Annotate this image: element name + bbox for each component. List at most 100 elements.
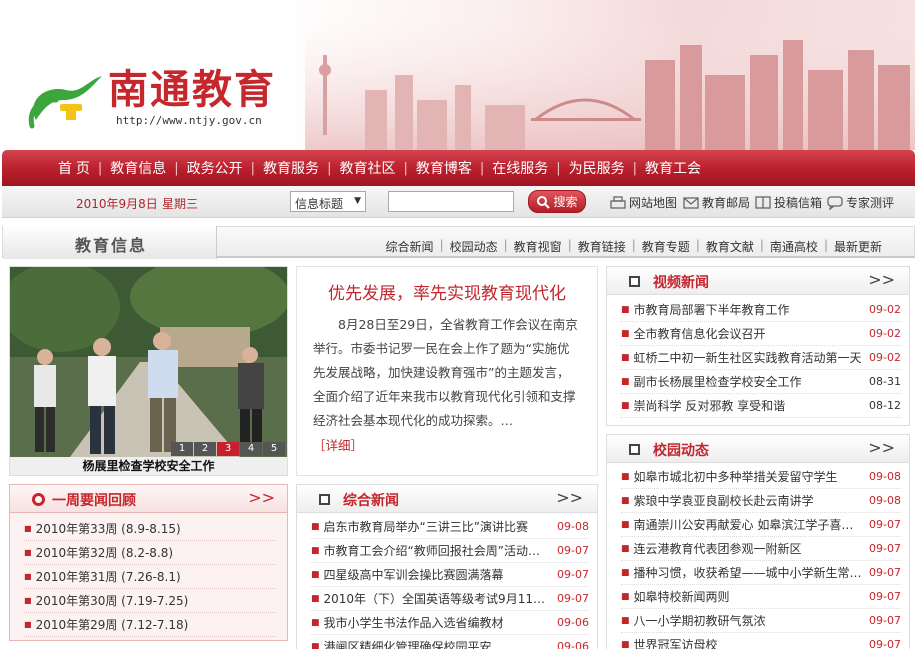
list-item[interactable]: ■ 世界冠军访母校 09-07: [621, 633, 901, 649]
slide-number-2[interactable]: 2: [194, 442, 216, 456]
current-weekday: 星期三: [162, 197, 199, 211]
bullet-icon: ■: [24, 596, 32, 605]
list-item-title: 连云港教育代表团参观一附新区: [633, 542, 802, 556]
submission-box-link[interactable]: 投稿信箱: [755, 194, 822, 211]
bullet-icon: ■: [621, 304, 630, 315]
edu-mail-link[interactable]: 教育邮局: [683, 194, 750, 211]
nav-separator: |: [632, 160, 638, 176]
list-item-title: 四星级高中军训会操比赛圆满落幕: [323, 568, 504, 582]
bullet-icon: ■: [311, 521, 320, 532]
slider-pagination: 1 2 3 4 5: [171, 442, 285, 456]
list-item[interactable]: ■ 连云港教育代表团参观一附新区 09-07: [621, 537, 901, 561]
list-item-date: 09-07: [557, 592, 589, 605]
list-item-title: 播种习惯，收获希望——城中小学新生常规教育: [633, 566, 863, 580]
nav-item-public-service[interactable]: 为民服务: [569, 158, 625, 178]
headline-title[interactable]: 优先发展，率先实现教育现代化: [297, 279, 597, 304]
subnav-separator: |: [567, 238, 572, 252]
subnav-edu-window[interactable]: 教育视窗: [514, 238, 562, 255]
list-item-title: 崇尚科学 反对邪教 享受和谐: [633, 399, 786, 413]
list-item[interactable]: ■ 2010年（下）全国英语等级考试9月11日举行 09-07: [311, 587, 589, 611]
nav-item-union[interactable]: 教育工会: [645, 158, 701, 178]
list-item[interactable]: ■ 如皋市城北初中多种举措关爱留守学生 09-08: [621, 465, 901, 489]
list-item[interactable]: ■ 我市小学生书法作品入选省编教材 09-06: [311, 611, 589, 635]
list-item[interactable]: ■ 启东市教育局举办“三讲三比”演讲比赛 09-08: [311, 515, 589, 539]
list-item[interactable]: ■ 四星级高中军训会操比赛圆满落幕 09-07: [311, 563, 589, 587]
list-item-title: 2010年第30周 (7.19-7.25): [35, 594, 189, 608]
subnav-edu-links[interactable]: 教育链接: [578, 238, 626, 255]
nav-item-edu-info[interactable]: 教育信息: [110, 158, 166, 178]
search-type-select[interactable]: 信息标题 ▼: [290, 191, 366, 212]
list-item[interactable]: ■ 南通崇川公安再献爱心 如皋滨江学子喜获资助 09-07: [621, 513, 901, 537]
list-item[interactable]: ■ 全市教育信息化会议召开 09-02: [621, 322, 901, 346]
list-item[interactable]: ■ 2010年第29周 (7.12-7.18): [24, 613, 275, 637]
list-item[interactable]: ■ 市教育工会介绍“教师回报社会周”活动经验 09-07: [311, 539, 589, 563]
list-item[interactable]: ■ 2010年第30周 (7.19-7.25): [24, 589, 275, 613]
sitemap-link[interactable]: 网站地图: [610, 194, 677, 211]
logo-mark-icon: [28, 76, 103, 129]
slide-number-5[interactable]: 5: [263, 442, 285, 456]
photo-caption[interactable]: 杨展里检查学校安全工作: [10, 457, 287, 475]
bullet-icon: ■: [311, 641, 320, 649]
nav-separator: |: [174, 160, 179, 176]
logo-title[interactable]: 南通教育: [108, 64, 276, 116]
subnav-separator: |: [759, 238, 764, 252]
edu-info-section-header: 教育信息 综合新闻 | 校园动态 | 教育视窗 | 教育链接 | 教育专题 | …: [2, 226, 915, 259]
nav-item-online-service[interactable]: 在线服务: [492, 158, 548, 178]
slide-number-3[interactable]: 3: [217, 442, 239, 456]
list-item-date: 08-31: [869, 375, 901, 388]
sitemap-label: 网站地图: [629, 196, 678, 210]
square-bullet-icon: [319, 494, 330, 505]
nav-item-blog[interactable]: 教育博客: [416, 158, 472, 178]
weekly-review-list: ■ 2010年第33周 (8.9-8.15) ■ 2010年第32周 (8.2-8.…: [10, 513, 287, 637]
bullet-icon: ■: [621, 400, 630, 411]
square-bullet-icon: [629, 444, 640, 455]
subnav-edu-topics[interactable]: 教育专题: [642, 238, 690, 255]
news-photo[interactable]: [10, 267, 287, 457]
main-nav: 首 页 | 教育信息 | 政务公开 | 教育服务 | 教育社区 | 教育博客 |…: [2, 150, 915, 186]
general-news-more[interactable]: >>: [556, 488, 583, 507]
headline-detail-link[interactable]: ［详细］: [313, 435, 363, 454]
list-item[interactable]: ■ 崇尚科学 反对邪教 享受和谐 08-12: [621, 394, 901, 418]
list-item[interactable]: ■ 紫琅中学袁亚良副校长赴云南讲学 09-08: [621, 489, 901, 513]
nav-item-home[interactable]: 首 页: [58, 158, 90, 178]
list-item[interactable]: ■ 如皋特校新闻两则 09-07: [621, 585, 901, 609]
weekly-review-title: 一周要闻回顾: [52, 493, 136, 509]
subnav-latest[interactable]: 最新更新: [834, 238, 882, 255]
list-item-date: 08-12: [869, 399, 901, 412]
search-type-value: 信息标题: [295, 197, 344, 211]
list-item-date: 09-07: [557, 568, 589, 581]
expert-review-link[interactable]: 专家测评: [827, 194, 894, 211]
nav-item-gov-affairs[interactable]: 政务公开: [187, 158, 243, 178]
list-item[interactable]: ■ 2010年第33周 (8.9-8.15): [24, 517, 275, 541]
subnav-edu-documents[interactable]: 教育文献: [706, 238, 754, 255]
submission-box-label: 投稿信箱: [774, 196, 823, 210]
slide-number-4[interactable]: 4: [240, 442, 262, 456]
search-button-label: 搜索: [553, 195, 578, 209]
list-item[interactable]: ■ 虹桥二中初一新生社区实践教育活动第一天 09-02: [621, 346, 901, 370]
nav-item-edu-service[interactable]: 教育服务: [263, 158, 319, 178]
subnav-campus-news[interactable]: 校园动态: [450, 238, 498, 255]
bullet-icon: ■: [621, 567, 630, 578]
list-item-title: 我市小学生书法作品入选省编教材: [323, 616, 504, 630]
bullet-icon: ■: [24, 548, 32, 557]
header-banner: 南通教育 http://www.ntjy.gov.cn: [0, 0, 915, 150]
search-input[interactable]: [388, 191, 514, 212]
campus-news-more[interactable]: >>: [868, 438, 895, 457]
video-news-more[interactable]: >>: [868, 270, 895, 289]
list-item[interactable]: ■ 八一小学期初教研气氛浓 09-07: [621, 609, 901, 633]
slide-number-1[interactable]: 1: [171, 442, 193, 456]
nav-item-community[interactable]: 教育社区: [339, 158, 395, 178]
subnav-universities[interactable]: 南通高校: [770, 238, 818, 255]
subnav-general-news[interactable]: 综合新闻: [386, 238, 434, 255]
chat-bubble-icon: [827, 195, 843, 210]
logo-url: http://www.ntjy.gov.cn: [116, 114, 262, 127]
search-button[interactable]: 搜索: [528, 190, 586, 213]
list-item[interactable]: ■ 播种习惯，收获希望——城中小学新生常规教育 09-07: [621, 561, 901, 585]
list-item[interactable]: ■ 港闸区精细化管理确保校园平安 09-06: [311, 635, 589, 649]
list-item[interactable]: ■ 副市长杨展里检查学校安全工作 08-31: [621, 370, 901, 394]
list-item[interactable]: ■ 2010年第31周 (7.26-8.1): [24, 565, 275, 589]
list-item[interactable]: ■ 市教育局部署下半年教育工作 09-02: [621, 298, 901, 322]
weekly-review-more[interactable]: >>: [248, 488, 275, 507]
list-item-date: 09-07: [869, 614, 901, 627]
list-item[interactable]: ■ 2010年第32周 (8.2-8.8): [24, 541, 275, 565]
